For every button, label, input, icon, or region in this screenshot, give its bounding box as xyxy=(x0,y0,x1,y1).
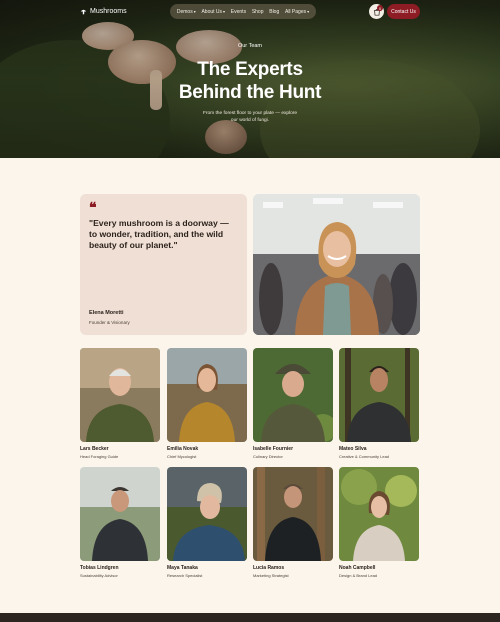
member-name: Tobias Lindgren xyxy=(80,565,119,571)
logo-text: Mushrooms xyxy=(90,8,127,15)
quote-text: "Every mushroom is a doorway — to wonder… xyxy=(89,218,229,250)
member-photo xyxy=(167,348,247,442)
member-name: Lucia Ramos xyxy=(253,565,285,571)
member-photo xyxy=(253,348,333,442)
member-role: Sustainability Advisor xyxy=(80,573,118,578)
team-member-card[interactable]: Isabelle Fournier Culinary Director xyxy=(253,348,333,459)
team-member-card[interactable]: Noah Campbell Design & Brand Lead xyxy=(339,467,419,578)
nav-label: Shop xyxy=(251,8,264,15)
hero-section: Mushrooms Demos ▾ About Us ▾ Events Shop B… xyxy=(0,0,500,158)
hero-title: The Experts Behind the Hunt xyxy=(0,58,500,104)
main-nav: Demos ▾ About Us ▾ Events Shop Blog All Pa… xyxy=(170,4,316,19)
team-member-card[interactable]: Emilia Novak Chief Mycologist xyxy=(167,348,247,459)
quote-author-role: Founder & Visionary xyxy=(89,320,130,325)
member-role: Design & Brand Lead xyxy=(339,573,378,578)
mushroom-logo-icon xyxy=(80,9,87,15)
member-photo xyxy=(80,348,160,442)
member-name: Isabelle Fournier xyxy=(253,446,294,452)
hero-title-line-2: Behind the Hunt xyxy=(178,82,322,103)
nav-label: All Pages xyxy=(284,8,307,15)
team-member-card[interactable]: Lucia Ramos Marketing Strategist xyxy=(253,467,333,578)
member-name: Noah Campbell xyxy=(339,565,376,571)
quote-icon: ❝ xyxy=(89,201,97,216)
footer xyxy=(0,613,500,622)
member-role: Chief Mycologist xyxy=(167,454,197,459)
member-name: Lars Becker xyxy=(80,446,109,452)
cart-count-badge: 0 xyxy=(377,5,383,11)
site-logo[interactable]: Mushrooms xyxy=(80,8,127,15)
nav-label: Events xyxy=(230,8,247,15)
nav-item-all-pages[interactable]: All Pages ▾ xyxy=(285,9,309,15)
nav-label: Demos xyxy=(176,8,193,15)
nav-item-blog[interactable]: Blog xyxy=(269,9,279,15)
nav-item-shop[interactable]: Shop xyxy=(252,9,264,15)
member-photo xyxy=(80,467,160,561)
founder-photo xyxy=(253,194,420,335)
member-role: Head Foraging Guide xyxy=(80,454,119,459)
founder-quote-card: ❝ "Every mushroom is a doorway — to wond… xyxy=(80,194,247,335)
hero-title-line-1: The Experts xyxy=(197,59,303,80)
hero-eyebrow: Our Team xyxy=(237,43,263,49)
nav-item-about-us[interactable]: About Us ▾ xyxy=(201,9,225,15)
chevron-down-icon: ▾ xyxy=(223,9,226,14)
team-member-card[interactable]: Tobias Lindgren Sustainability Advisor xyxy=(80,467,160,578)
cart-button[interactable]: 0 xyxy=(369,4,384,19)
member-name: Emilia Novak xyxy=(167,446,199,452)
team-member-card[interactable]: Lars Becker Head Foraging Guide xyxy=(80,348,160,459)
member-photo xyxy=(167,467,247,561)
nav-item-demos[interactable]: Demos ▾ xyxy=(177,9,196,15)
chevron-down-icon: ▾ xyxy=(193,9,196,14)
quote-author-name: Elena Moretti xyxy=(89,310,124,316)
member-photo xyxy=(339,348,419,442)
member-role: Marketing Strategist xyxy=(253,573,289,578)
member-photo xyxy=(253,467,333,561)
team-member-card[interactable]: Mateo Silva Creative & Community Lead xyxy=(339,348,419,459)
member-name: Maya Tanaka xyxy=(167,565,198,571)
nav-label: Blog xyxy=(269,8,280,15)
member-role: Research Specialist xyxy=(167,573,203,578)
contact-us-button[interactable]: Contact Us xyxy=(387,4,420,19)
team-member-card[interactable]: Maya Tanaka Research Specialist xyxy=(167,467,247,578)
nav-label: About Us xyxy=(201,8,223,15)
hero-subtitle: From the forest floor to your plate — ex… xyxy=(202,111,298,123)
member-role: Culinary Director xyxy=(253,454,283,459)
member-role: Creative & Community Lead xyxy=(339,454,390,459)
member-photo xyxy=(339,467,419,561)
member-name: Mateo Silva xyxy=(339,446,367,452)
nav-item-events[interactable]: Events xyxy=(231,9,246,15)
chevron-down-icon: ▾ xyxy=(307,9,310,14)
